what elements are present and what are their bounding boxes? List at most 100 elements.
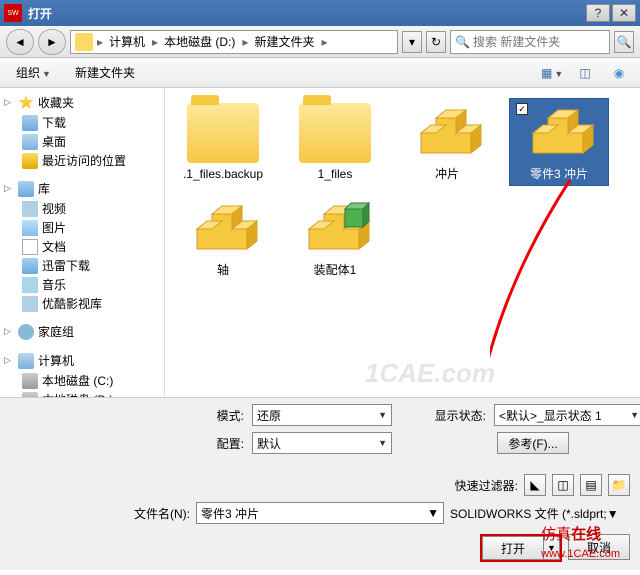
new-folder-button[interactable]: 新建文件夹 <box>69 62 141 83</box>
tree-xunlei[interactable]: 迅雷下载 <box>0 256 164 275</box>
file-pane[interactable]: .1_files.backup 1_files 冲片 ✓ 零件3 冲片 轴 <box>165 88 640 397</box>
part-icon <box>411 103 483 163</box>
window-title: 打开 <box>28 5 584 22</box>
filter-asm-button[interactable]: ◫ <box>552 474 574 496</box>
watermark: 1CAE.com <box>365 358 495 389</box>
tree-disk-d[interactable]: 本地磁盘 (D:) <box>0 390 164 397</box>
tree-youku[interactable]: 优酷影视库 <box>0 294 164 313</box>
help-icon[interactable]: ◉ <box>608 63 630 83</box>
breadcrumb[interactable]: ▸ 计算机 ▸ 本地磁盘 (D:) ▸ 新建文件夹 ▸ <box>70 30 398 54</box>
file-item-folder[interactable]: .1_files.backup <box>173 98 273 186</box>
tree-videos[interactable]: 视频 <box>0 199 164 218</box>
tree-disk-c[interactable]: 本地磁盘 (C:) <box>0 371 164 390</box>
forward-button[interactable]: ► <box>38 29 66 55</box>
open-button-group: 打开 ▼ <box>480 534 562 562</box>
history-dropdown[interactable]: ▾ <box>402 31 422 53</box>
filter-all-button[interactable]: 📁 <box>608 474 630 496</box>
refresh-button[interactable]: ↻ <box>426 31 446 53</box>
file-item-part-selected[interactable]: ✓ 零件3 冲片 <box>509 98 609 186</box>
search-icon: 🔍 <box>455 35 470 49</box>
tree-recent[interactable]: 最近访问的位置 <box>0 151 164 170</box>
filter-drawing-button[interactable]: ▤ <box>580 474 602 496</box>
file-item-folder[interactable]: 1_files <box>285 98 385 186</box>
file-name: .1_files.backup <box>178 167 268 181</box>
chevron-right-icon: ▸ <box>95 35 105 49</box>
video-icon <box>22 201 38 217</box>
chevron-right-icon: ▸ <box>319 35 329 49</box>
sidebar: ▷收藏夹 下载 桌面 最近访问的位置 ▷库 视频 图片 文档 迅雷下载 音乐 优… <box>0 88 165 397</box>
recent-icon <box>22 153 38 169</box>
app-icon: SW <box>4 4 22 22</box>
video-icon <box>22 296 38 312</box>
filename-label: 文件名(N): <box>120 505 190 522</box>
file-item-assembly[interactable]: 装配体1 <box>285 194 385 282</box>
search-go-button[interactable]: 🔍 <box>614 31 634 53</box>
close-button[interactable]: ✕ <box>612 4 636 22</box>
search-input[interactable] <box>473 35 605 49</box>
back-button[interactable]: ◄ <box>6 29 34 55</box>
chevron-right-icon: ▸ <box>150 35 160 49</box>
download-icon <box>22 258 38 274</box>
library-icon <box>18 181 34 197</box>
tree-favorites[interactable]: ▷收藏夹 <box>0 92 164 113</box>
open-button[interactable]: 打开 <box>482 536 544 560</box>
disk-icon <box>22 392 38 398</box>
help-button[interactable]: ? <box>586 4 610 22</box>
star-icon <box>18 95 34 111</box>
navbar: ◄ ► ▸ 计算机 ▸ 本地磁盘 (D:) ▸ 新建文件夹 ▸ ▾ ↻ 🔍 🔍 <box>0 26 640 58</box>
options-panel: 模式: 还原▼ 配置: 默认▼ 显示状态: <默认>_显示状态 1▼ 参考(F)… <box>0 398 640 470</box>
tree-homegroup[interactable]: ▷家庭组 <box>0 321 164 342</box>
file-name: 轴 <box>178 263 268 277</box>
disk-icon <box>22 373 38 389</box>
picture-icon <box>22 220 38 236</box>
music-icon <box>22 277 38 293</box>
search-box[interactable]: 🔍 <box>450 30 610 54</box>
tree-libraries[interactable]: ▷库 <box>0 178 164 199</box>
tree-documents[interactable]: 文档 <box>0 237 164 256</box>
config-label: 配置: <box>180 435 244 452</box>
mode-label: 模式: <box>180 407 244 424</box>
folder-icon <box>75 33 93 51</box>
file-name: 1_files <box>290 167 380 181</box>
bottom-panel: 快速过滤器: ◣ ◫ ▤ 📁 文件名(N): 零件3 冲片▼ SOLIDWORK… <box>0 470 640 570</box>
breadcrumb-part[interactable]: 本地磁盘 (D:) <box>160 33 240 50</box>
tree-pictures[interactable]: 图片 <box>0 218 164 237</box>
file-name: 冲片 <box>402 167 492 181</box>
desktop-icon <box>22 134 38 150</box>
assembly-icon <box>299 199 371 259</box>
tree-downloads[interactable]: 下载 <box>0 113 164 132</box>
tree-computer[interactable]: ▷计算机 <box>0 350 164 371</box>
quick-filter-label: 快速过滤器: <box>455 477 518 494</box>
organize-menu[interactable]: 组织▼ <box>10 62 57 83</box>
filetype-select[interactable]: SOLIDWORKS 文件 (*.sldprt;▼ <box>450 505 630 522</box>
toolbar: 组织▼ 新建文件夹 ▦▼ ◫ ◉ <box>0 58 640 88</box>
document-icon <box>22 239 38 255</box>
open-dropdown[interactable]: ▼ <box>544 536 560 560</box>
filter-part-button[interactable]: ◣ <box>524 474 546 496</box>
preview-pane-button[interactable]: ◫ <box>574 63 596 83</box>
breadcrumb-part[interactable]: 计算机 <box>105 33 150 50</box>
view-mode-button[interactable]: ▦▼ <box>540 63 562 83</box>
file-name: 零件3 冲片 <box>514 167 604 181</box>
part-icon <box>187 199 259 259</box>
cancel-button[interactable]: 取消 <box>568 534 630 560</box>
filename-input[interactable]: 零件3 冲片▼ <box>196 502 444 524</box>
mode-select[interactable]: 还原▼ <box>252 404 392 426</box>
file-item-part[interactable]: 轴 <box>173 194 273 282</box>
config-select[interactable]: 默认▼ <box>252 432 392 454</box>
references-button[interactable]: 参考(F)... <box>497 432 568 454</box>
downloads-icon <box>22 115 38 131</box>
folder-icon <box>187 103 259 163</box>
computer-icon <box>18 353 34 369</box>
titlebar: SW 打开 ? ✕ <box>0 0 640 26</box>
breadcrumb-part[interactable]: 新建文件夹 <box>250 33 319 50</box>
homegroup-icon <box>18 324 34 340</box>
display-state-select[interactable]: <默认>_显示状态 1▼ <box>494 404 640 426</box>
main-area: ▷收藏夹 下载 桌面 最近访问的位置 ▷库 视频 图片 文档 迅雷下载 音乐 优… <box>0 88 640 398</box>
display-state-label: 显示状态: <box>422 407 486 424</box>
tree-desktop[interactable]: 桌面 <box>0 132 164 151</box>
chevron-right-icon: ▸ <box>240 35 250 49</box>
file-item-part[interactable]: 冲片 <box>397 98 497 186</box>
folder-icon <box>299 103 371 163</box>
tree-music[interactable]: 音乐 <box>0 275 164 294</box>
